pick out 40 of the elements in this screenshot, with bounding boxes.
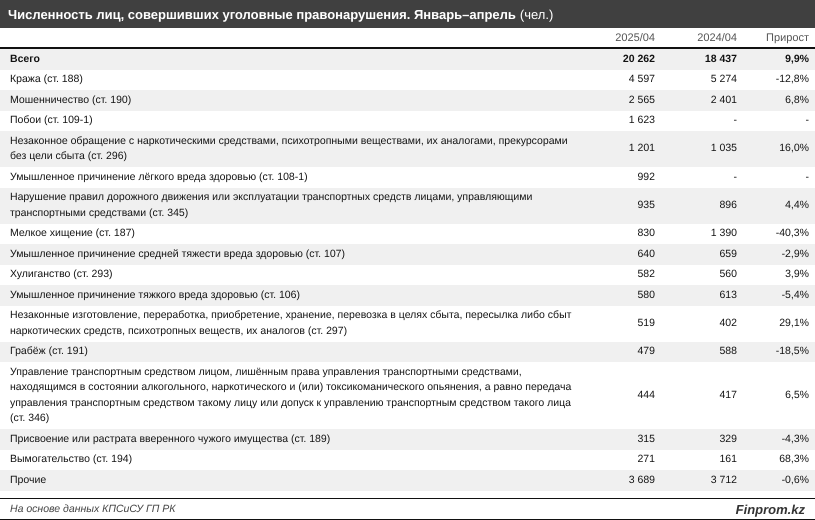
row-label: Прочие [0,470,581,490]
source-note: На основе данных КПСиСУ ГП РК [10,503,176,515]
table-cell: -18,5% [743,342,815,362]
table-cell: 2 401 [661,90,743,110]
table-cell: 6,8% [743,90,815,110]
row-label: Умышленное причинение тяжкого вреда здоровью (ст. 106) [0,285,581,306]
table-cell: -4,3% [743,429,815,450]
table-cell: 613 [661,285,743,306]
table-cell: 3 712 [661,470,743,490]
table-cell: 18 437 [661,49,743,70]
row-label: Присвоение или растрата вверенного чужого имущества (ст. 189) [0,429,581,450]
table-cell: 1 201 [581,131,661,167]
table-cell: 580 [581,285,661,306]
table-cell: 2 565 [581,90,661,110]
table-cell: 4,4% [743,188,815,224]
table-cell: 9,9% [743,49,815,70]
table-cell: 479 [581,342,661,362]
table-cell: -2,9% [743,244,815,264]
table-cell: 588 [661,342,743,362]
row-label: Мошенничество (ст. 190) [0,90,581,110]
row-label: Умышленное причинение средней тяжести вреда здоровью (ст. 107) [0,244,581,264]
row-label: Всего [0,49,581,70]
table-cell: 329 [661,429,743,450]
table-cell: 3 689 [581,470,661,490]
table-cell: 896 [661,188,743,224]
row-label: Нарушение правил дорожного движения или эксплуатации транспортных средств лицами, управляющими транспортными средствами (ст. 345) [0,188,581,224]
table-cell: 20 262 [581,49,661,70]
table-cell: 640 [581,244,661,264]
row-label: Незаконное обращение с наркотическими средствами, психотропными веществами, их аналогами, прекурсорами без цели сбыта (ст. 296) [0,131,581,167]
table-cell: -5,4% [743,285,815,306]
table-cell: 935 [581,188,661,224]
brand-logo: Finprom.kz [736,502,805,516]
table-cell: 315 [581,429,661,450]
unit-label: (чел.) [520,6,554,22]
row-label: Грабёж (ст. 191) [0,342,581,362]
table-cell: -0,6% [743,470,815,490]
table-cell: 16,0% [743,131,815,167]
table-title: Численность лиц, совершивших уголовные правонарушения. Январь–апрель [8,6,516,22]
table-cell: 1 035 [661,131,743,167]
table-cell: 659 [661,244,743,264]
